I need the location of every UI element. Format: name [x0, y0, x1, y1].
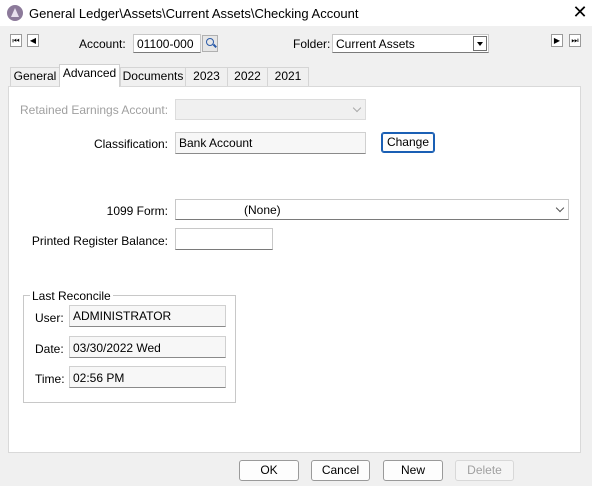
tab-documents[interactable]: Documents [120, 67, 186, 86]
tab-2021[interactable]: 2021 [267, 67, 309, 86]
window-title: General Ledger\Assets\Current Assets\Che… [29, 6, 359, 21]
cancel-button[interactable]: Cancel [311, 460, 370, 481]
tab-2022[interactable]: 2022 [227, 67, 268, 86]
folder-select[interactable]: Current Assets [332, 34, 489, 53]
form-1099-label: 1099 Form: [106, 204, 168, 218]
first-record-button[interactable]: ⏮ [10, 34, 22, 47]
classification-field: Bank Account [175, 132, 366, 154]
tab-2023[interactable]: 2023 [185, 67, 228, 86]
reconcile-date-field: 03/30/2022 Wed [69, 336, 226, 358]
next-record-button[interactable]: ▶ [551, 34, 563, 47]
retained-earnings-select[interactable] [175, 99, 366, 120]
retained-earnings-label: Retained Earnings Account: [20, 103, 169, 117]
tab-general[interactable]: General [10, 67, 60, 86]
ok-button[interactable]: OK [239, 460, 299, 481]
classification-label: Classification: [93, 137, 168, 151]
account-input[interactable]: 01100-000 [133, 34, 201, 53]
app-icon [7, 5, 23, 21]
folder-dropdown-chevron-down-icon[interactable] [473, 36, 487, 51]
folder-label: Folder: [293, 37, 331, 51]
delete-button: Delete [455, 460, 514, 481]
reconcile-user-label: User: [35, 311, 64, 325]
printed-register-balance-input[interactable] [175, 228, 273, 250]
printed-register-balance-label: Printed Register Balance: [31, 234, 168, 248]
tab-advanced[interactable]: Advanced [59, 64, 120, 87]
title-bar: General Ledger\Assets\Current Assets\Che… [0, 0, 592, 26]
last-reconcile-title: Last Reconcile [30, 289, 113, 303]
reconcile-time-label: Time: [35, 372, 65, 386]
account-lookup-search-icon[interactable] [202, 35, 218, 52]
reconcile-date-label: Date: [35, 342, 64, 356]
new-button[interactable]: New [383, 460, 443, 481]
account-label: Account: [79, 37, 126, 51]
reconcile-user-field: ADMINISTRATOR [69, 305, 226, 327]
change-classification-button[interactable]: Change [381, 132, 435, 153]
last-record-button[interactable]: ⏭ [569, 34, 581, 47]
previous-record-button[interactable]: ◀ [27, 34, 39, 47]
close-icon[interactable]: ✕ [570, 2, 590, 22]
form-1099-select[interactable]: (None) [175, 199, 569, 220]
reconcile-time-field: 02:56 PM [69, 366, 226, 388]
